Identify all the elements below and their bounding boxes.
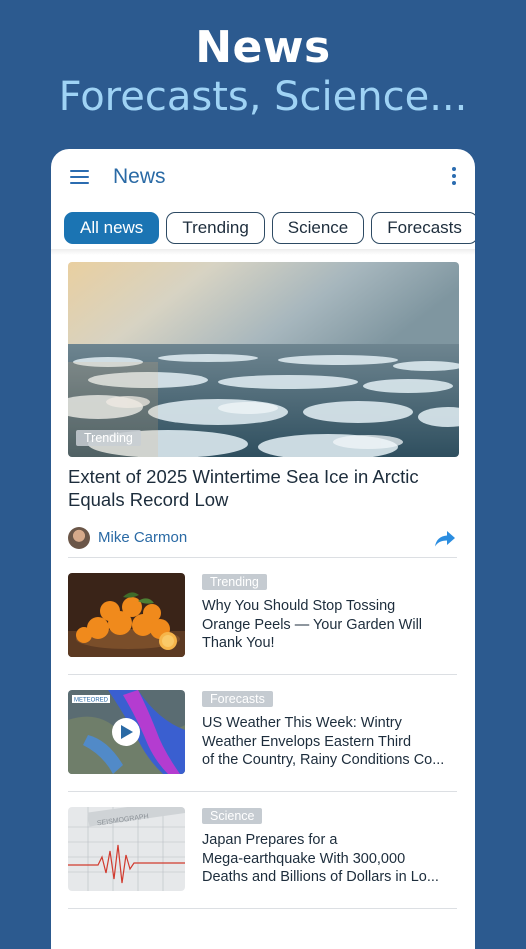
promo-title: News	[195, 22, 331, 73]
divider	[68, 908, 457, 909]
list-item[interactable]: METEORED Forecasts US Weather This Week:…	[68, 690, 459, 776]
promo-subtitle: Forecasts, Science...	[58, 74, 468, 120]
article-title[interactable]: Japan Prepares for a Mega-earthquake Wit…	[202, 831, 462, 887]
article-title[interactable]: US Weather This Week: Wintry Weather Env…	[202, 714, 462, 770]
filter-chips: All news Trending Science Forecasts	[64, 212, 475, 244]
article-title[interactable]: Why You Should Stop Tossing Orange Peels…	[202, 597, 462, 653]
article-tag: Forecasts	[202, 691, 273, 707]
chip-forecasts[interactable]: Forecasts	[371, 212, 475, 244]
sea-ice-image	[68, 262, 459, 457]
chip-trending[interactable]: Trending	[166, 212, 265, 244]
hamburger-menu-icon[interactable]	[70, 170, 89, 184]
app-bar: News	[51, 149, 475, 205]
article-tag: Trending	[202, 574, 267, 590]
list-item[interactable]: Trending Why You Should Stop Tossing Ora…	[68, 573, 459, 659]
app-screen: News All newsTrendingScienceForecasts	[51, 149, 475, 949]
more-vertical-icon[interactable]	[451, 167, 457, 187]
share-icon[interactable]	[433, 527, 457, 549]
featured-title[interactable]: Extent of 2025 Wintertime Sea Ice in Arc…	[68, 465, 463, 511]
divider	[68, 674, 457, 675]
page-title: News	[113, 165, 166, 188]
article-tag: Science	[202, 808, 263, 824]
chips-divider	[51, 249, 475, 255]
oranges-thumbnail	[68, 573, 185, 657]
featured-image[interactable]: Trending	[68, 262, 459, 457]
author-name[interactable]: Mike Carmon	[98, 529, 187, 546]
author-row: Mike Carmon	[68, 527, 457, 557]
divider	[68, 791, 457, 792]
seismograph-thumbnail: SEISMOGRAPH	[68, 807, 185, 891]
weather-map-thumbnail: METEORED	[68, 690, 185, 774]
avatar	[68, 527, 90, 549]
divider	[68, 557, 457, 558]
svg-text:METEORED: METEORED	[74, 698, 109, 704]
chip-all-news[interactable]: All news	[64, 212, 160, 244]
list-item[interactable]: SEISMOGRAPH Science Japan Prepares for a…	[68, 807, 459, 893]
chip-science[interactable]: Science	[271, 212, 365, 244]
featured-tag: Trending	[76, 430, 141, 446]
